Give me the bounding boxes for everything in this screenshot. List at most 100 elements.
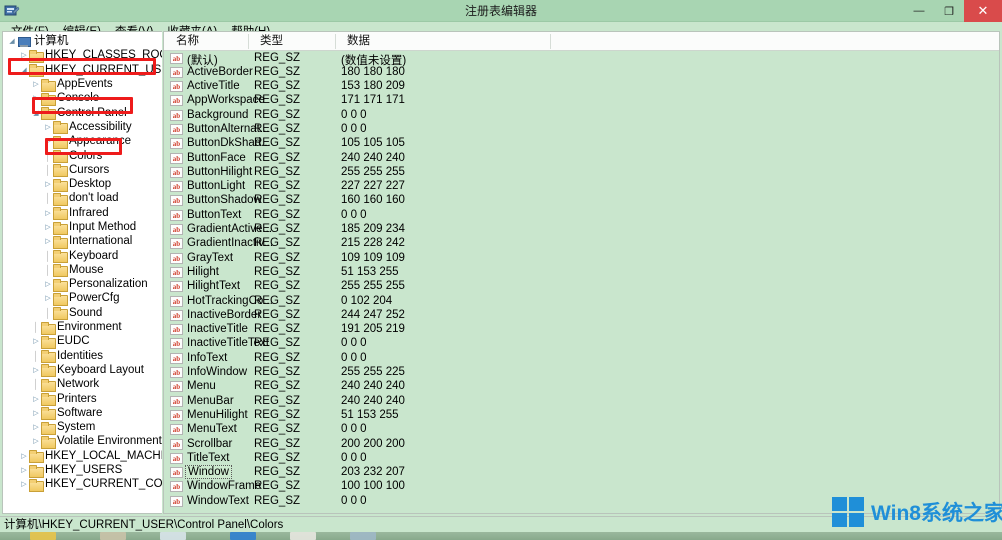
close-button[interactable]: ✕: [964, 0, 1002, 22]
tree-item-control-panel[interactable]: ◢Control Panel: [3, 105, 162, 119]
table-row[interactable]: abTitleTextREG_SZ0 0 0: [164, 451, 999, 465]
table-row[interactable]: abButtonDkShad...REG_SZ105 105 105: [164, 137, 999, 151]
table-row[interactable]: abInfoTextREG_SZ0 0 0: [164, 351, 999, 365]
twisty-collapsed-icon[interactable]: ▷: [19, 466, 29, 474]
column-divider[interactable]: [550, 34, 551, 49]
twisty-collapsed-icon[interactable]: ▷: [43, 123, 53, 131]
table-row[interactable]: abGradientInactiv...REG_SZ215 228 242: [164, 237, 999, 251]
twisty-collapsed-icon[interactable]: ▷: [19, 452, 29, 460]
taskbar-item[interactable]: [100, 532, 126, 540]
tree-item-personalization[interactable]: ▷Personalization: [3, 277, 162, 291]
tree-item-powercfg[interactable]: ▷PowerCfg: [3, 291, 162, 305]
column-divider[interactable]: [335, 34, 336, 49]
minimize-button[interactable]: —: [904, 0, 934, 22]
table-row[interactable]: abButtonAlternat...REG_SZ0 0 0: [164, 122, 999, 136]
table-row[interactable]: abButtonFaceREG_SZ240 240 240: [164, 151, 999, 165]
tree-item-input-method[interactable]: ▷Input Method: [3, 220, 162, 234]
tree-item-software[interactable]: ▷Software: [3, 406, 162, 420]
tree-item-hkey-local-machine[interactable]: ▷HKEY_LOCAL_MACHINE: [3, 449, 162, 463]
twisty-collapsed-icon[interactable]: ▷: [43, 209, 53, 217]
taskbar-item[interactable]: [160, 532, 186, 540]
tree-item-identities[interactable]: │Identities: [3, 349, 162, 363]
column-header-2[interactable]: 数据: [341, 32, 370, 51]
registry-tree-pane[interactable]: ◢计算机▷HKEY_CLASSES_ROOT◢HKEY_CURRENT_USER…: [2, 31, 162, 514]
twisty-collapsed-icon[interactable]: ▷: [31, 437, 41, 445]
twisty-collapsed-icon[interactable]: ▷: [43, 223, 53, 231]
twisty-collapsed-icon[interactable]: ▷: [31, 395, 41, 403]
table-row[interactable]: abInactiveBorderREG_SZ244 247 252: [164, 308, 999, 322]
taskbar-item[interactable]: [230, 532, 256, 540]
tree-item-appearance[interactable]: ▷Appearance: [3, 134, 162, 148]
twisty-collapsed-icon[interactable]: ▷: [19, 51, 29, 59]
table-row[interactable]: ab(默认)REG_SZ(数值未设置): [164, 51, 999, 65]
twisty-collapsed-icon[interactable]: ▷: [31, 366, 41, 374]
table-row[interactable]: abMenuTextREG_SZ0 0 0: [164, 423, 999, 437]
tree-item-international[interactable]: ▷International: [3, 234, 162, 248]
twisty-collapsed-icon[interactable]: ▷: [43, 294, 53, 302]
twisty-collapsed-icon[interactable]: ▷: [43, 180, 53, 188]
table-row[interactable]: abWindowREG_SZ203 232 207: [164, 466, 999, 480]
tree-item-eudc[interactable]: ▷EUDC: [3, 334, 162, 348]
twisty-collapsed-icon[interactable]: ▷: [31, 337, 41, 345]
table-row[interactable]: abButtonTextREG_SZ0 0 0: [164, 208, 999, 222]
twisty-collapsed-icon[interactable]: ▷: [31, 80, 41, 88]
tree-item-hkey-classes-root[interactable]: ▷HKEY_CLASSES_ROOT: [3, 48, 162, 62]
registry-values-pane[interactable]: 名称 类型 数据 ab(默认)REG_SZ(数值未设置)abActiveBorder…: [163, 31, 1000, 514]
table-row[interactable]: abInactiveTitleTextREG_SZ0 0 0: [164, 337, 999, 351]
table-row[interactable]: abActiveBorderREG_SZ180 180 180: [164, 65, 999, 79]
table-row[interactable]: abBackgroundREG_SZ0 0 0: [164, 108, 999, 122]
column-header-1[interactable]: 类型: [254, 32, 283, 51]
tree-item-printers[interactable]: ▷Printers: [3, 391, 162, 405]
table-row[interactable]: abInfoWindowREG_SZ255 255 225: [164, 366, 999, 380]
twisty-collapsed-icon[interactable]: ▷: [31, 94, 41, 102]
table-row[interactable]: abButtonShadowREG_SZ160 160 160: [164, 194, 999, 208]
column-header-0[interactable]: 名称: [170, 32, 199, 51]
table-row[interactable]: abHotTrackingCo...REG_SZ0 102 204: [164, 294, 999, 308]
table-row[interactable]: abHilightTextREG_SZ255 255 255: [164, 280, 999, 294]
table-row[interactable]: abMenuHilightREG_SZ51 153 255: [164, 408, 999, 422]
table-row[interactable]: abActiveTitleREG_SZ153 180 209: [164, 80, 999, 94]
tree-item--[interactable]: ◢计算机: [3, 34, 162, 48]
tree-item-colors[interactable]: │Colors: [3, 148, 162, 162]
tree-item-appevents[interactable]: ▷AppEvents: [3, 77, 162, 91]
tree-item-keyboard-layout[interactable]: ▷Keyboard Layout: [3, 363, 162, 377]
twisty-collapsed-icon[interactable]: ▷: [43, 280, 53, 288]
table-row[interactable]: abMenuBarREG_SZ240 240 240: [164, 394, 999, 408]
taskbar-item[interactable]: [30, 532, 56, 540]
taskbar-item[interactable]: [350, 532, 376, 540]
twisty-expanded-icon[interactable]: ◢: [19, 66, 29, 74]
table-row[interactable]: abGrayTextREG_SZ109 109 109: [164, 251, 999, 265]
twisty-expanded-icon[interactable]: ◢: [31, 109, 41, 117]
tree-item-volatile-environment[interactable]: ▷Volatile Environment: [3, 434, 162, 448]
tree-item-desktop[interactable]: ▷Desktop: [3, 177, 162, 191]
twisty-collapsed-icon[interactable]: ▷: [31, 409, 41, 417]
table-row[interactable]: abMenuREG_SZ240 240 240: [164, 380, 999, 394]
tree-item-don-t-load[interactable]: │don't load: [3, 191, 162, 205]
twisty-collapsed-icon[interactable]: ▷: [43, 237, 53, 245]
tree-item-hkey-current-config[interactable]: ▷HKEY_CURRENT_CONFIG: [3, 477, 162, 491]
tree-item-console[interactable]: ▷Console: [3, 91, 162, 105]
tree-item-cursors[interactable]: │Cursors: [3, 163, 162, 177]
tree-item-infrared[interactable]: ▷Infrared: [3, 206, 162, 220]
twisty-expanded-icon[interactable]: ◢: [7, 37, 17, 45]
table-row[interactable]: abGradientActive...REG_SZ185 209 234: [164, 223, 999, 237]
tree-item-network[interactable]: │Network: [3, 377, 162, 391]
table-row[interactable]: abScrollbarREG_SZ200 200 200: [164, 437, 999, 451]
twisty-collapsed-icon[interactable]: ▷: [19, 480, 29, 488]
table-row[interactable]: abButtonHilightREG_SZ255 255 255: [164, 165, 999, 179]
tree-item-sound[interactable]: │Sound: [3, 306, 162, 320]
table-row[interactable]: abHilightREG_SZ51 153 255: [164, 265, 999, 279]
tree-item-accessibility[interactable]: ▷Accessibility: [3, 120, 162, 134]
tree-item-keyboard[interactable]: │Keyboard: [3, 248, 162, 262]
table-row[interactable]: abInactiveTitleREG_SZ191 205 219: [164, 323, 999, 337]
twisty-collapsed-icon[interactable]: ▷: [43, 137, 53, 145]
table-row[interactable]: abAppWorkspaceREG_SZ171 171 171: [164, 94, 999, 108]
tree-item-hkey-users[interactable]: ▷HKEY_USERS: [3, 463, 162, 477]
taskbar-item[interactable]: [290, 532, 316, 540]
tree-item-hkey-current-user[interactable]: ◢HKEY_CURRENT_USER: [3, 63, 162, 77]
maximize-button[interactable]: ❐: [934, 0, 964, 22]
tree-item-environment[interactable]: │Environment: [3, 320, 162, 334]
twisty-collapsed-icon[interactable]: ▷: [31, 423, 41, 431]
column-divider[interactable]: [248, 34, 249, 49]
table-row[interactable]: abButtonLightREG_SZ227 227 227: [164, 180, 999, 194]
